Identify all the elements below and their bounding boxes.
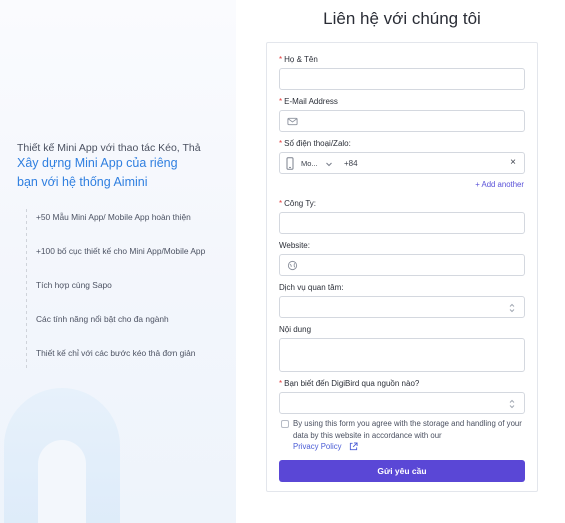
required-mark: *	[279, 55, 283, 64]
clear-phone-button[interactable]: ×	[510, 157, 516, 169]
required-mark: *	[279, 139, 283, 148]
phone-field[interactable]: Mo... +84 ×	[279, 152, 525, 174]
required-mark: *	[279, 199, 283, 208]
email-label: * E-Mail Address	[279, 97, 338, 106]
mail-icon	[287, 117, 298, 126]
consent-checkbox[interactable]	[281, 420, 289, 428]
feature-item: +100 bố cục thiết kế cho Mini App/Mobile…	[36, 246, 206, 256]
external-link-icon[interactable]	[349, 442, 358, 451]
promo-headline-line1: Xây dựng Mini App của riêng	[17, 156, 178, 170]
feature-list: +50 Mẫu Mini App/ Mobile App hoàn thiện …	[36, 212, 205, 382]
website-label: Website:	[279, 241, 310, 250]
company-field[interactable]	[279, 212, 525, 234]
required-mark: *	[279, 379, 283, 388]
feature-timeline-rail	[26, 209, 27, 369]
promo-intro: Thiết kế Mini App với thao tác Kéo, Thả	[17, 142, 201, 154]
service-label: Dịch vụ quan tâm:	[279, 283, 344, 292]
source-select[interactable]	[279, 392, 525, 414]
chevron-down-icon[interactable]	[325, 160, 333, 168]
source-label: * Bạn biết đến DigiBird qua nguồn nào?	[279, 379, 420, 388]
feature-item: Các tính năng nổi bật cho đa ngành	[36, 314, 169, 324]
submit-button[interactable]: Gửi yêu cầu	[279, 460, 525, 482]
feature-item: +50 Mẫu Mini App/ Mobile App hoàn thiện	[36, 212, 191, 222]
globe-icon	[287, 260, 298, 271]
phone-country-select[interactable]: Mo...	[301, 159, 318, 168]
service-select[interactable]	[279, 296, 525, 318]
page-title: Liên hệ với chúng tôi	[323, 9, 481, 28]
feature-item: Thiết kế chỉ với các bước kéo thả đơn gi…	[36, 348, 196, 358]
website-field[interactable]	[279, 254, 525, 276]
email-field[interactable]	[279, 110, 525, 132]
decorative-arch-shape	[4, 388, 120, 523]
updown-icon	[509, 399, 515, 409]
privacy-policy-link[interactable]: Privacy Policy	[293, 442, 342, 451]
consent-text: By using this form you agree with the st…	[293, 419, 522, 440]
content-textarea[interactable]	[279, 338, 525, 372]
phone-label: * Số điện thoại/Zalo:	[279, 139, 351, 148]
required-mark: *	[279, 97, 283, 106]
name-label: * Họ & Tên	[279, 55, 318, 64]
name-field[interactable]	[279, 68, 525, 90]
feature-item: Tích hợp cùng Sapo	[36, 280, 112, 290]
promo-panel: Thiết kế Mini App với thao tác Kéo, Thả …	[0, 0, 236, 523]
contact-form: * Họ & Tên * E-Mail Address * Số điện thoại…	[266, 42, 538, 492]
content-label: Nội dung	[279, 325, 312, 334]
updown-icon	[509, 303, 515, 313]
phone-country-code: +84	[344, 159, 358, 168]
promo-headline-line2: bạn với hệ thống Aimini	[17, 175, 148, 189]
company-label: * Công Ty:	[279, 199, 316, 208]
phone-icon	[286, 157, 294, 170]
add-another-phone-link[interactable]: + Add another	[475, 180, 524, 189]
